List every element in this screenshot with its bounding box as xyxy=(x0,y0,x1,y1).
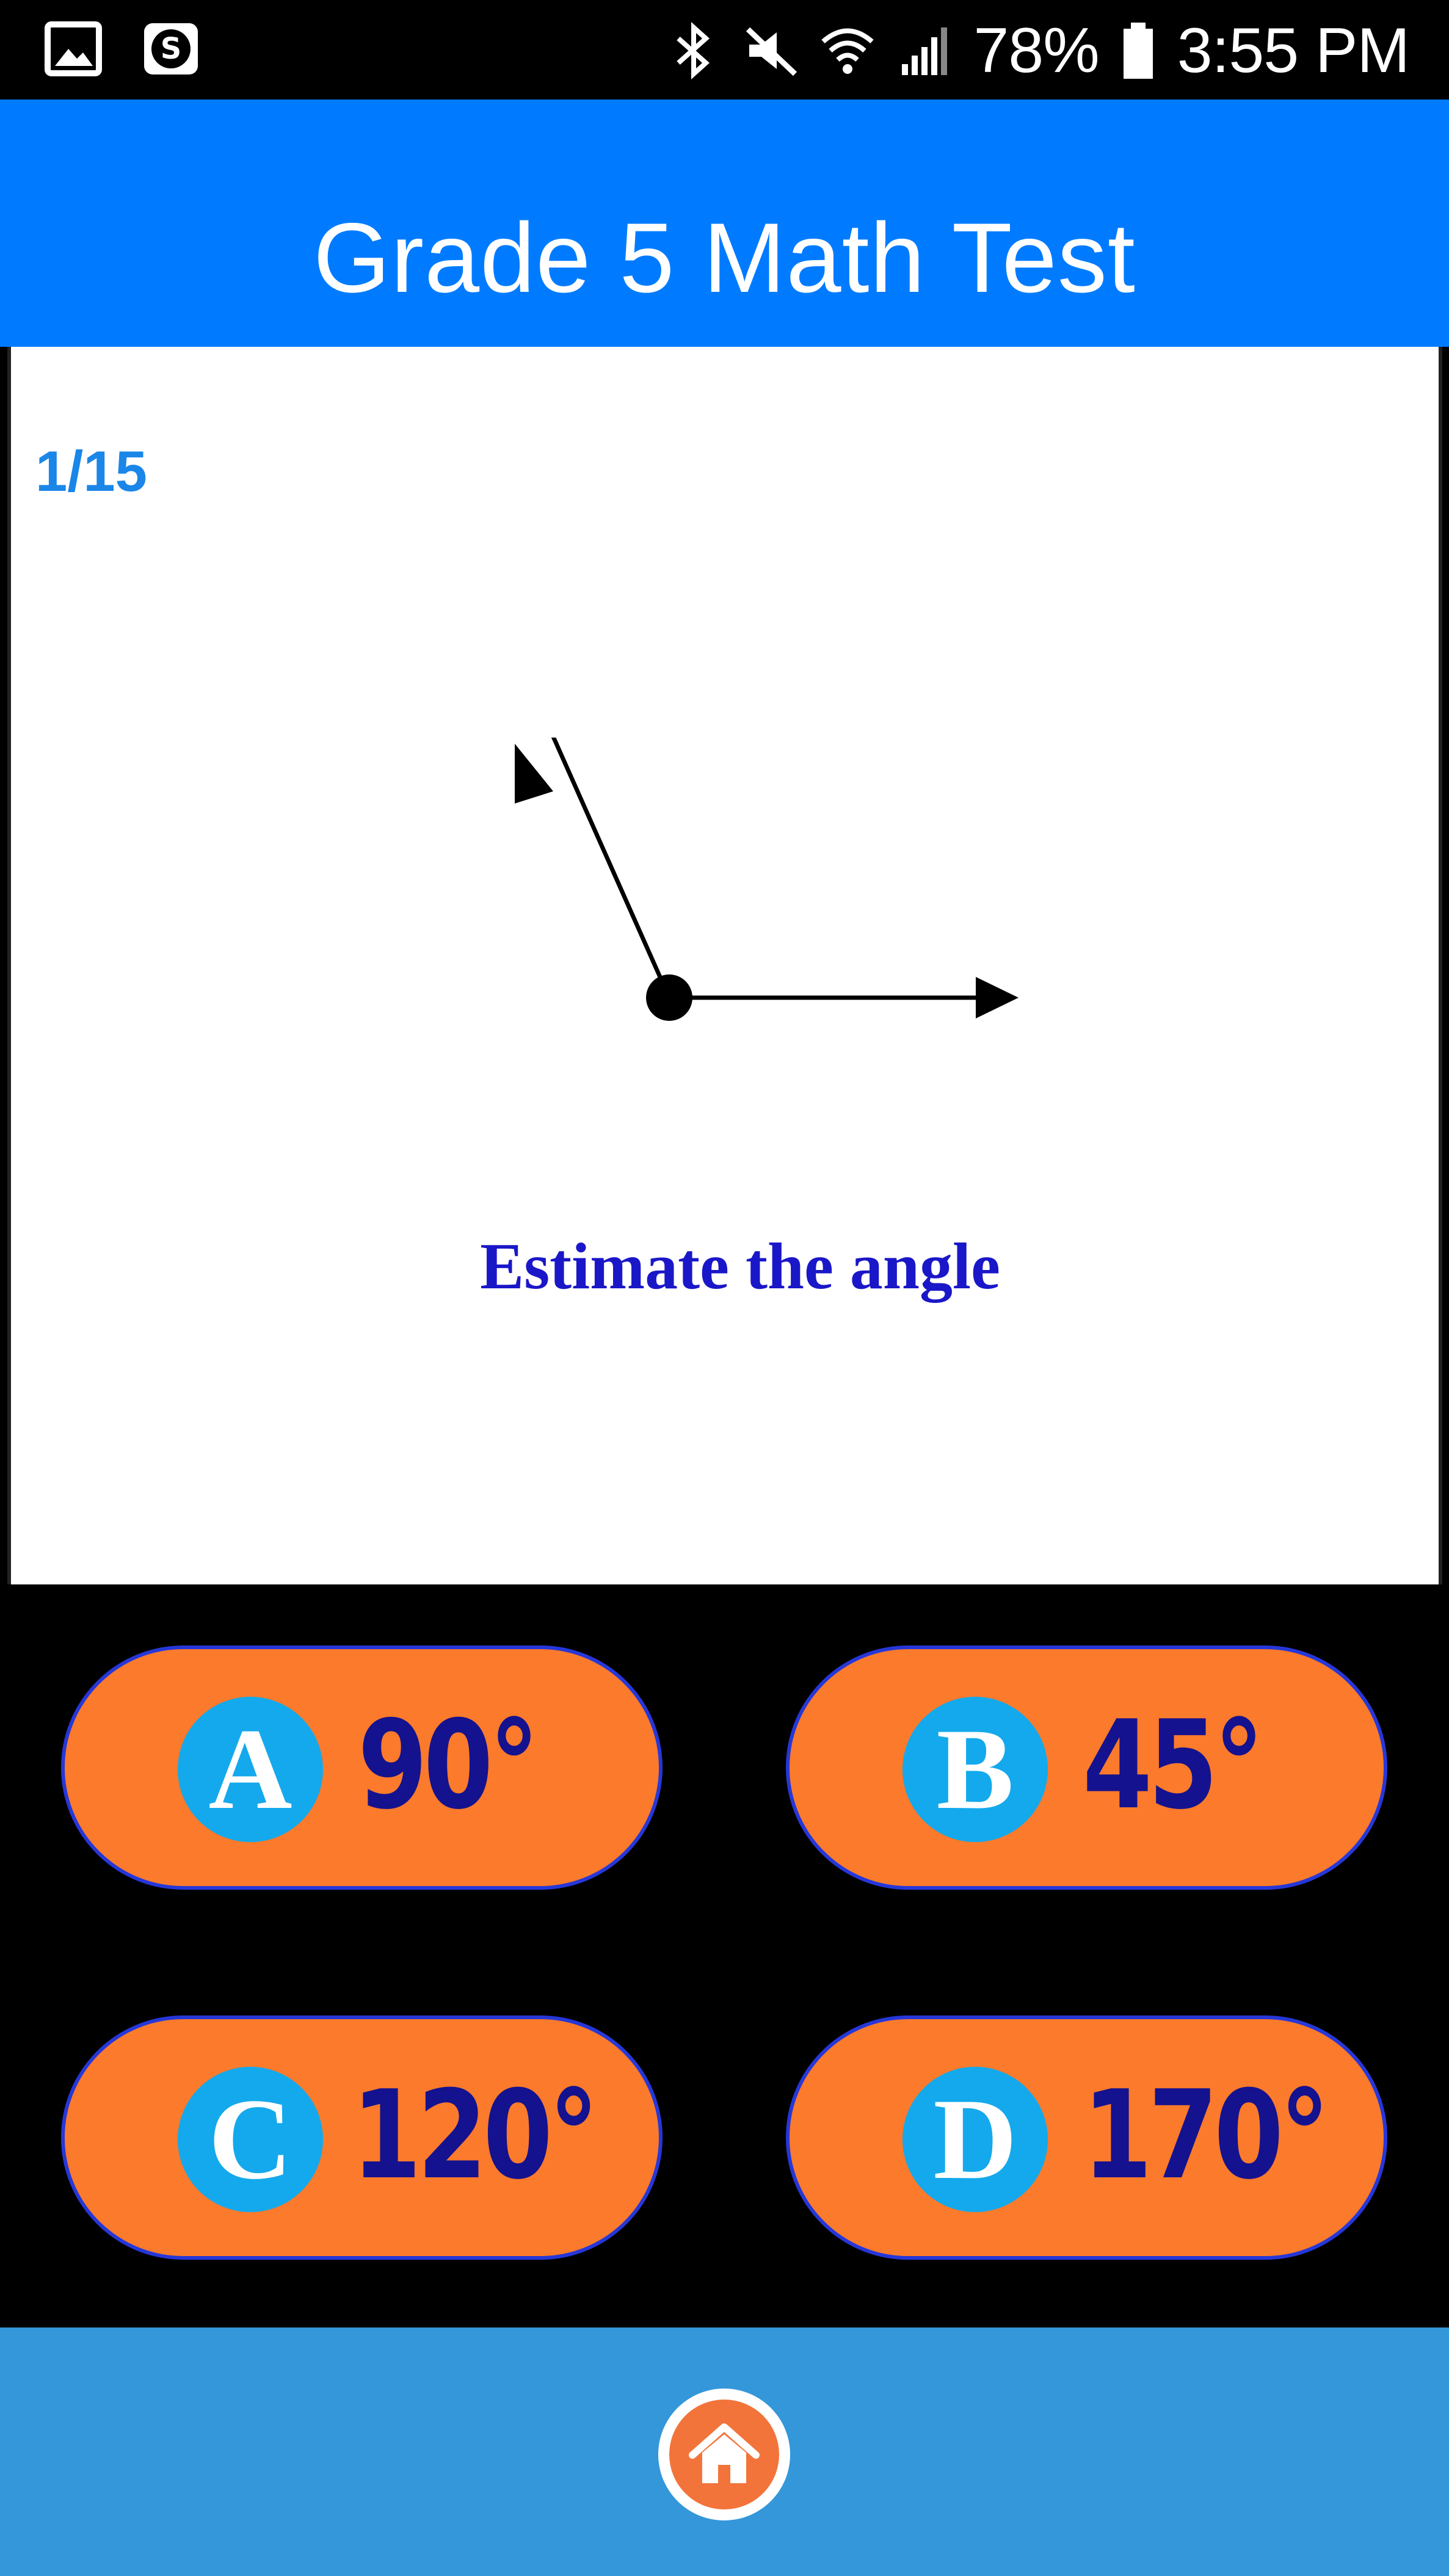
home-icon-bg xyxy=(669,2400,779,2509)
page-title: Grade 5 Math Test xyxy=(313,203,1136,313)
gallery-icon xyxy=(45,21,102,76)
answer-a-letter: A xyxy=(178,1697,323,1842)
status-left-icons: S xyxy=(43,18,202,79)
footer-bar xyxy=(0,2327,1449,2576)
question-progress: 1/15 xyxy=(35,439,147,503)
answer-d-value: 170° xyxy=(1083,2064,1330,2207)
answer-d-button[interactable]: D 170° xyxy=(786,2015,1387,2260)
bluetooth-icon xyxy=(676,22,710,79)
clock: 3:55 PM xyxy=(1177,15,1410,86)
question-prompt: Estimate the angle xyxy=(480,1230,1000,1303)
app-header: Grade 5 Math Test xyxy=(0,100,1449,347)
answer-b-letter: B xyxy=(902,1697,1048,1842)
answer-a-value: 90° xyxy=(358,1694,539,1837)
wifi-icon xyxy=(821,28,874,74)
status-bar: S 78% 3:55 PM xyxy=(0,0,1449,100)
status-right-icons: 78% 3:55 PM xyxy=(666,11,1410,90)
answer-c-button[interactable]: C 120° xyxy=(61,2015,663,2260)
answer-b-value: 45° xyxy=(1083,1694,1264,1837)
answer-d-letter: D xyxy=(902,2067,1048,2212)
answer-b-button[interactable]: B 45° xyxy=(786,1645,1387,1890)
answer-c-letter: C xyxy=(178,2067,323,2212)
angle-diagram xyxy=(515,738,1019,1021)
home-button[interactable] xyxy=(658,2389,790,2520)
question-card: 1/15 Estimate the angle xyxy=(7,347,1442,1584)
battery-percent: 78% xyxy=(973,15,1100,86)
home-icon xyxy=(689,2423,760,2483)
answer-c-value: 120° xyxy=(352,2064,599,2207)
signal-icon xyxy=(901,27,947,75)
battery-icon xyxy=(1123,23,1153,79)
s-app-icon: S xyxy=(144,23,198,74)
mute-icon xyxy=(746,27,797,76)
answer-a-button[interactable]: A 90° xyxy=(61,1645,663,1890)
answer-grid: A 90° B 45° C 120° D 170° xyxy=(0,1584,1449,2327)
svg-text:S: S xyxy=(161,32,182,66)
